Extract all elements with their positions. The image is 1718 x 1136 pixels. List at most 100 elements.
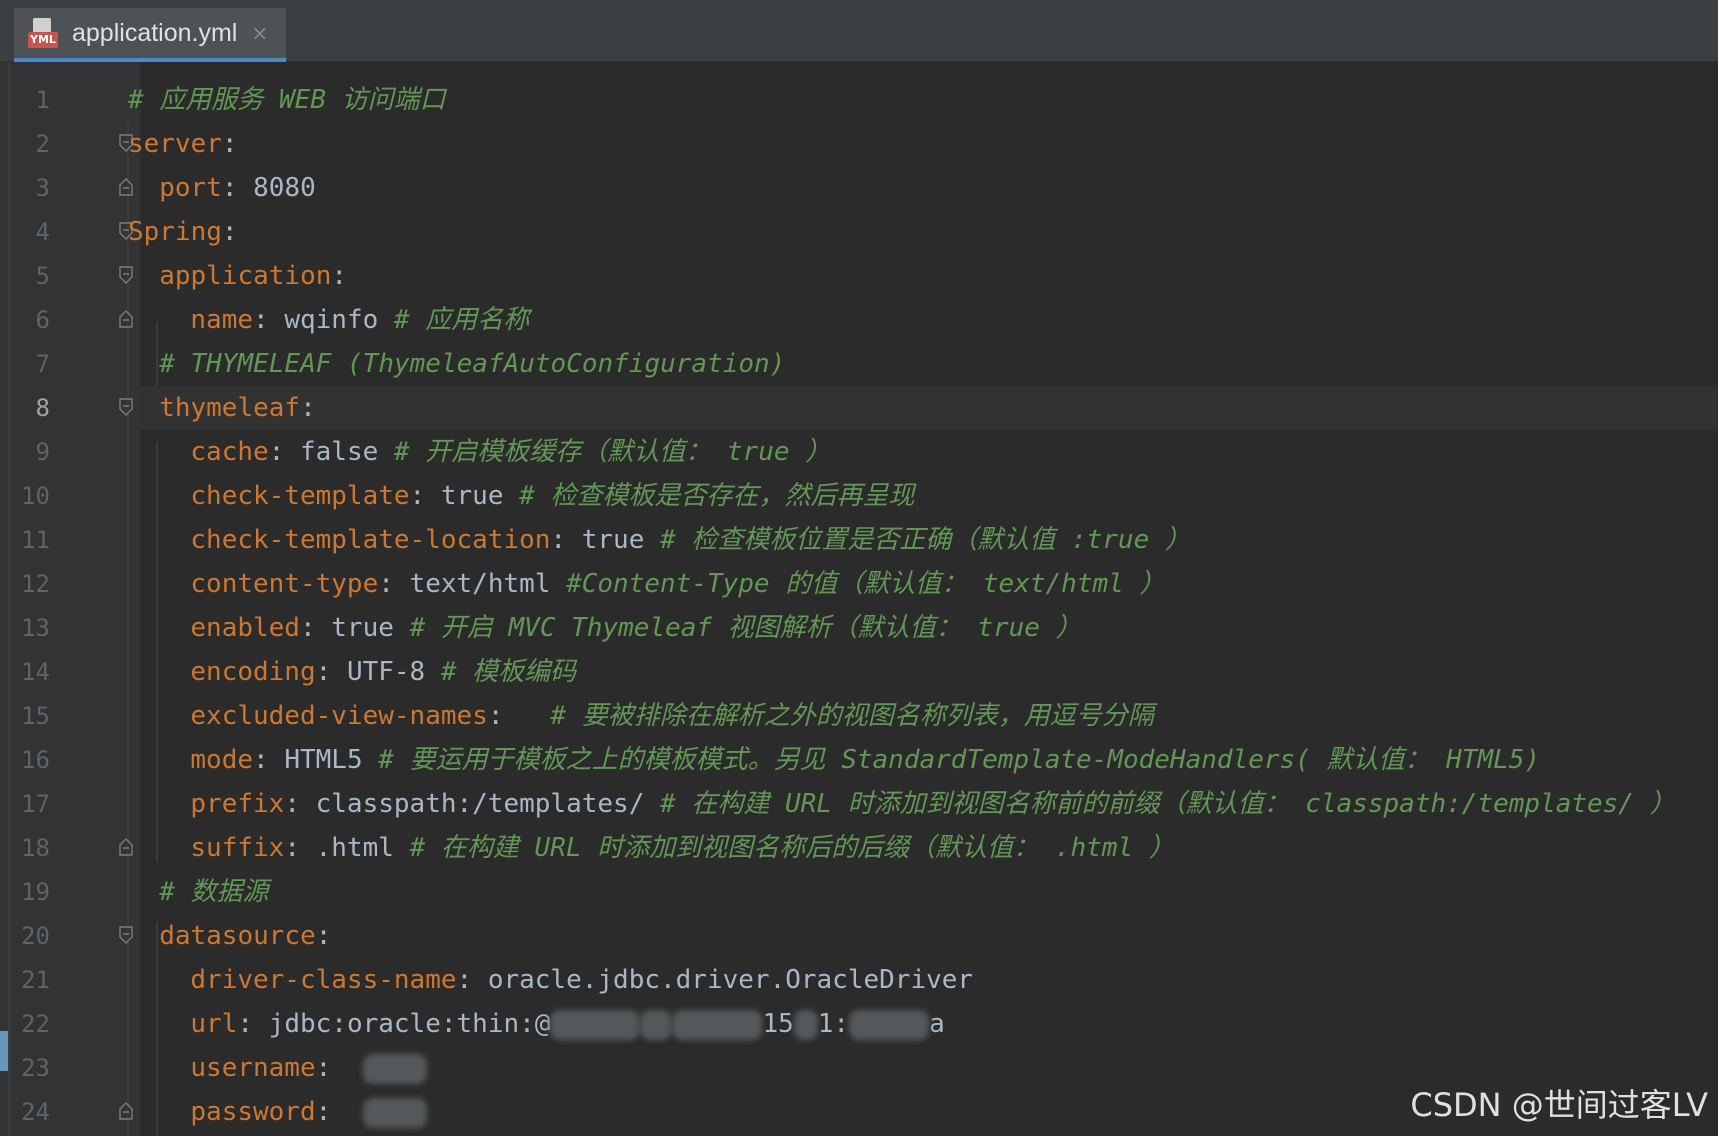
code-text: thymeleaf:: [159, 393, 316, 423]
code-line[interactable]: 13 enabled: true # 开启 MVC Thymeleaf 视图解析（…: [0, 606, 1718, 650]
fold-end-icon[interactable]: [119, 178, 133, 196]
redacted-blur: [362, 1053, 427, 1084]
tab-application-yml[interactable]: YML application.yml ×: [14, 8, 286, 62]
yaml-key: application: [159, 261, 332, 291]
fold-open-icon[interactable]: [119, 266, 133, 284]
line-number: 13: [21, 614, 50, 642]
tab-title: application.yml: [72, 18, 238, 47]
yaml-comment: # 检查模板位置是否正确（默认值 :true ）: [660, 525, 1191, 555]
code-line[interactable]: 3 port: 8080: [0, 166, 1718, 210]
yaml-key: server: [128, 129, 222, 159]
line-number: 24: [21, 1098, 50, 1126]
code-editor[interactable]: 1 # 应用服务 WEB 访问端口 2 server: 3 port: 8080 4 Spri…: [0, 62, 1718, 1136]
code-text: application:: [159, 261, 348, 291]
code-text: driver-class-name: oracle.jdbc.driver.Or…: [190, 965, 974, 995]
line-number: 18: [21, 834, 50, 862]
line-number: 19: [21, 878, 50, 906]
redacted-blur: [640, 1009, 673, 1040]
code-line[interactable]: 14 encoding: UTF-8 # 模板编码: [0, 650, 1718, 694]
code-text: server:: [128, 129, 238, 159]
fold-end-icon[interactable]: [119, 838, 133, 856]
yaml-value: UTF-8: [346, 657, 426, 687]
line-number: 1: [35, 86, 50, 114]
yaml-key: excluded-view-names: [190, 701, 488, 731]
code-text: password:: [190, 1090, 427, 1134]
yaml-value: true: [581, 525, 645, 555]
code-text: # 应用服务 WEB 访问端口: [128, 78, 446, 122]
yaml-key: datasource: [159, 921, 316, 951]
code-text: port: 8080: [159, 173, 316, 203]
code-line[interactable]: 22 url: jdbc:oracle:thin:@ 15 1: a: [0, 1002, 1718, 1046]
code-text: # THYMELEAF (ThymeleafAutoConfiguration): [159, 342, 785, 386]
code-line[interactable]: 12 content-type: text/html #Content-Type …: [0, 562, 1718, 606]
code-line[interactable]: 1 # 应用服务 WEB 访问端口: [0, 78, 1718, 122]
yaml-comment: # 开启 MVC Thymeleaf 视图解析（默认值： true ）: [409, 613, 1082, 643]
code-line[interactable]: 18 suffix: .html # 在构建 URL 时添加到视图名称后的后缀（默…: [0, 826, 1718, 870]
line-number: 8: [35, 394, 50, 422]
yaml-value: oracle.jdbc.driver.OracleDriver: [487, 965, 974, 995]
yaml-key: username: [190, 1053, 316, 1083]
code-line[interactable]: 17 prefix: classpath:/templates/ # 在构建 UR…: [0, 782, 1718, 826]
code-line[interactable]: 7 # THYMELEAF (ThymeleafAutoConfiguration…: [0, 342, 1718, 386]
yaml-comment: # 数据源: [159, 877, 269, 907]
yaml-key: check-template-location: [190, 525, 551, 555]
yaml-comment: # 要运用于模板之上的模板模式。另见 StandardTemplate-Mode…: [378, 745, 1541, 775]
line-number: 16: [21, 746, 50, 774]
watermark: CSDN @世间过客LV: [1410, 1086, 1708, 1124]
redacted-blur: [550, 1009, 641, 1040]
code-line[interactable]: 6 name: wqinfo # 应用名称: [0, 298, 1718, 342]
code-line[interactable]: 19 # 数据源: [0, 870, 1718, 914]
line-number: 10: [21, 482, 50, 510]
yaml-value: classpath:/templates/: [315, 789, 645, 819]
code-text: Spring:: [128, 217, 238, 247]
code-line[interactable]: 21 driver-class-name: oracle.jdbc.driver.…: [0, 958, 1718, 1002]
code-line[interactable]: 20 datasource:: [0, 914, 1718, 958]
code-line[interactable]: 5 application:: [0, 254, 1718, 298]
code-text: username:: [190, 1046, 427, 1090]
line-number: 6: [35, 306, 50, 334]
code-line[interactable]: 4 Spring:: [0, 210, 1718, 254]
close-icon[interactable]: ×: [251, 21, 268, 45]
yaml-comment: # 应用服务 WEB 访问端口: [128, 85, 446, 115]
code-text: cache: false # 开启模板缓存（默认值： true ）: [190, 437, 832, 467]
code-text: suffix: .html # 在构建 URL 时添加到视图名称后的后缀（默认值…: [190, 833, 1175, 863]
fold-open-icon[interactable]: [119, 398, 133, 416]
line-number: 20: [21, 922, 50, 950]
redacted-blur: [849, 1009, 930, 1040]
code-text: prefix: classpath:/templates/ # 在构建 URL …: [190, 789, 1676, 819]
code-line[interactable]: 9 cache: false # 开启模板缓存（默认值： true ）: [0, 430, 1718, 474]
code-line[interactable]: 10 check-template: true # 检查模板是否存在，然后再呈现: [0, 474, 1718, 518]
fold-open-icon[interactable]: [119, 926, 133, 944]
code-line[interactable]: 16 mode: HTML5 # 要运用于模板之上的模板模式。另见 Standar…: [0, 738, 1718, 782]
code-line[interactable]: 11 check-template-location: true # 检查模板位置…: [0, 518, 1718, 562]
code-text: excluded-view-names: # 要被排除在解析之外的视图名称列表，…: [190, 701, 1154, 731]
line-number: 12: [21, 570, 50, 598]
yaml-value: true: [331, 613, 394, 643]
yaml-comment: # 在构建 URL 时添加到视图名称后的后缀（默认值： .html ）: [409, 833, 1175, 863]
url-fragment: 1:: [817, 1009, 850, 1039]
yaml-value: HTML5: [284, 745, 363, 775]
code-text: check-template-location: true # 检查模板位置是否…: [190, 525, 1191, 555]
yaml-value: text/html: [409, 569, 551, 599]
code-line[interactable]: 2 server:: [0, 122, 1718, 166]
yaml-comment: # 要被排除在解析之外的视图名称列表，用逗号分隔: [534, 701, 1154, 731]
line-number: 22: [21, 1010, 50, 1038]
code-text: url: jdbc:oracle:thin:@ 15 1: a: [190, 1009, 945, 1040]
line-number: 4: [35, 218, 50, 246]
yaml-key: thymeleaf: [159, 393, 301, 423]
code-line[interactable]: 8 thymeleaf:: [0, 386, 1718, 430]
yaml-comment: # 模板编码: [440, 657, 577, 687]
redacted-blur: [362, 1097, 427, 1128]
code-text: datasource:: [159, 921, 332, 951]
yaml-comment: # THYMELEAF (ThymeleafAutoConfiguration): [159, 349, 786, 379]
line-number: 15: [21, 702, 50, 730]
line-number: 9: [35, 438, 50, 466]
editor-tab-bar: YML application.yml ×: [0, 0, 1718, 62]
fold-end-icon[interactable]: [119, 1102, 133, 1120]
fold-end-icon[interactable]: [119, 310, 133, 328]
code-line[interactable]: 15 excluded-view-names: # 要被排除在解析之外的视图名称列…: [0, 694, 1718, 738]
yaml-key: name: [190, 305, 254, 335]
yaml-value: jdbc:oracle:thin:@: [268, 1009, 551, 1039]
yaml-key: url: [190, 1009, 238, 1039]
yaml-key: enabled: [190, 613, 300, 643]
